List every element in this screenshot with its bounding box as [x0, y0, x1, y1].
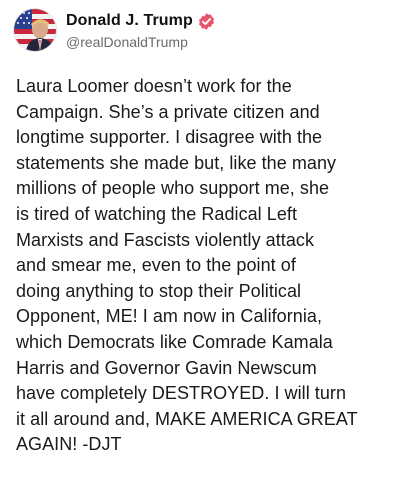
- author-identity: Donald J. Trump @realDonaldTrump: [66, 10, 216, 50]
- author-handle[interactable]: @realDonaldTrump: [66, 34, 216, 50]
- verified-badge-icon: [197, 12, 216, 31]
- avatar[interactable]: [14, 9, 56, 51]
- post-card: Donald J. Trump @realDonaldTrump Laura L…: [0, 0, 418, 500]
- author-display-name[interactable]: Donald J. Trump: [66, 12, 193, 30]
- avatar-flag-portrait-icon: [14, 9, 56, 51]
- post-header: Donald J. Trump @realDonaldTrump: [14, 9, 216, 51]
- name-row: Donald J. Trump: [66, 10, 216, 32]
- post-body-text: Laura Loomer doesn’t work for the Campai…: [16, 76, 358, 455]
